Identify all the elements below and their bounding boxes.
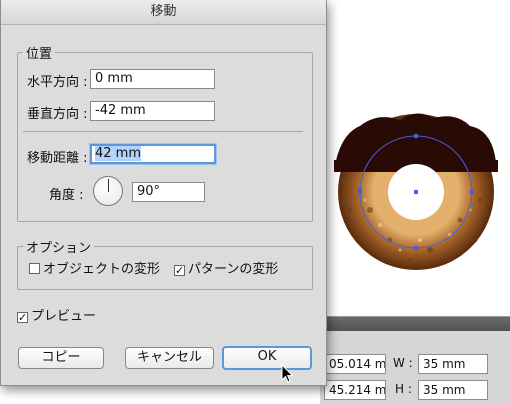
dialog-title: 移動 xyxy=(1,0,326,25)
h-field[interactable]: 35 mm xyxy=(418,380,488,400)
options-group-title: オプション xyxy=(23,237,95,256)
vertical-input[interactable]: -42 mm xyxy=(90,101,215,121)
group-divider xyxy=(23,131,303,132)
h-label: H : xyxy=(395,382,412,396)
x-field[interactable]: 05.014 m xyxy=(324,354,386,374)
angle-input[interactable]: 90° xyxy=(132,182,205,202)
transform-objects-checkbox[interactable]: オブジェクトの変形 xyxy=(29,263,160,277)
transform-patterns-label: パターンの変形 xyxy=(188,262,279,277)
cancel-button[interactable]: キャンセル xyxy=(125,347,214,369)
angle-label: 角度 : xyxy=(49,188,84,203)
mouse-pointer-icon xyxy=(281,363,295,388)
horizontal-label: 水平方向 : xyxy=(27,75,88,90)
angle-dial-icon[interactable] xyxy=(93,176,123,206)
ok-button[interactable]: OK xyxy=(222,346,312,370)
horizontal-input[interactable]: 0 mm xyxy=(90,69,215,89)
w-field[interactable]: 35 mm xyxy=(418,354,488,374)
distance-label: 移動距離 : xyxy=(27,151,88,166)
panel-header xyxy=(320,317,510,331)
w-label: W : xyxy=(393,356,413,370)
checkbox-checked-icon: ✓ xyxy=(174,264,185,277)
checkbox-icon xyxy=(29,263,40,274)
distance-value: 42 mm xyxy=(95,146,142,161)
donut-artwork[interactable] xyxy=(330,100,510,300)
copy-button[interactable]: コピー xyxy=(18,347,104,369)
transform-patterns-checkbox[interactable]: ✓ パターンの変形 xyxy=(174,263,278,277)
vertical-label: 垂直方向 : xyxy=(27,107,88,122)
move-dialog: 移動 位置 水平方向 : 0 mm 垂直方向 : -42 mm 移動距離 : 4… xyxy=(0,0,327,386)
position-group-title: 位置 xyxy=(23,43,56,62)
preview-label: プレビュー xyxy=(31,309,97,324)
preview-checkbox[interactable]: ✓ プレビュー xyxy=(17,310,96,324)
distance-input[interactable]: 42 mm xyxy=(90,144,216,164)
y-field[interactable]: 45.214 m xyxy=(324,380,386,400)
checkbox-checked-icon: ✓ xyxy=(17,311,28,324)
transform-objects-label: オブジェクトの変形 xyxy=(43,262,161,277)
